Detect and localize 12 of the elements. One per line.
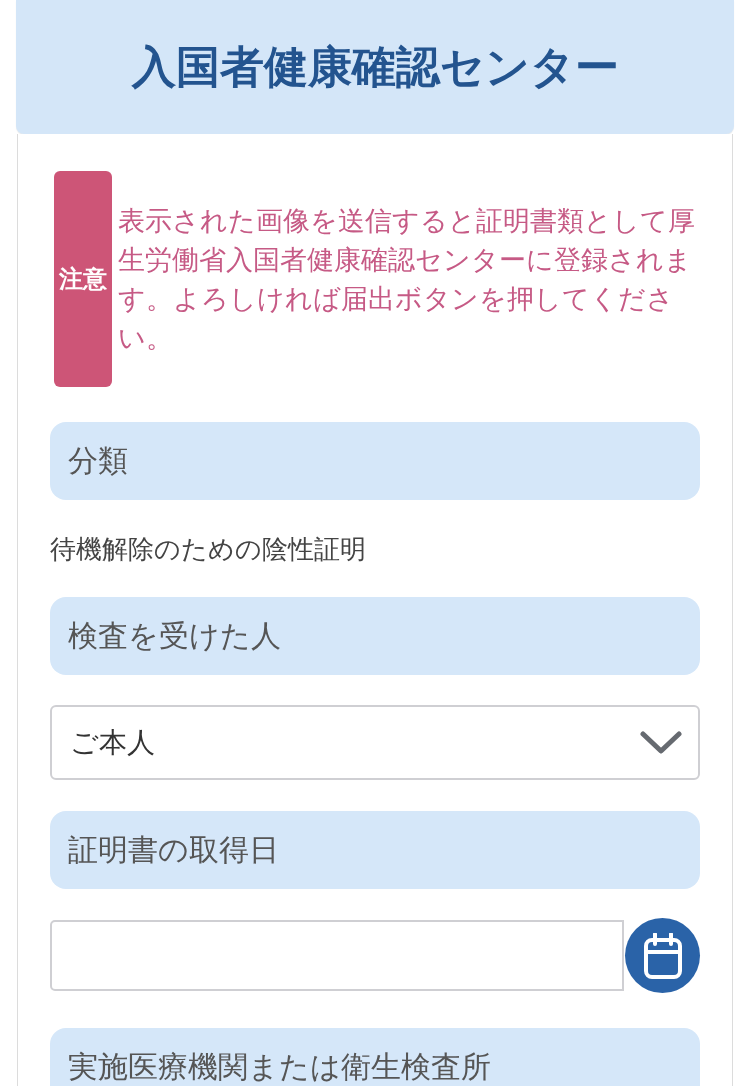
dropdown-select[interactable]: ご本人 <box>50 705 700 780</box>
notice-badge: 注意 <box>54 171 112 387</box>
section-label: 検査を受けた人 <box>50 597 700 675</box>
calendar-icon <box>643 932 682 979</box>
page-title: 入国者健康確認センター <box>131 40 619 94</box>
notice-text: 表示された画像を送信すると証明書類として厚生労働省入国者健康確認センターに登録されます。よろしければ届出ボタンを押してください。 <box>118 204 696 355</box>
section-label: 実施医療機関または衛生検査所 <box>50 1028 700 1086</box>
field-value: 待機解除のための陰性証明 <box>50 533 367 566</box>
section-label: 分類 <box>50 422 700 500</box>
date-input[interactable] <box>50 920 624 991</box>
chevron-down-icon <box>640 730 682 755</box>
section-label: 証明書の取得日 <box>50 811 700 889</box>
